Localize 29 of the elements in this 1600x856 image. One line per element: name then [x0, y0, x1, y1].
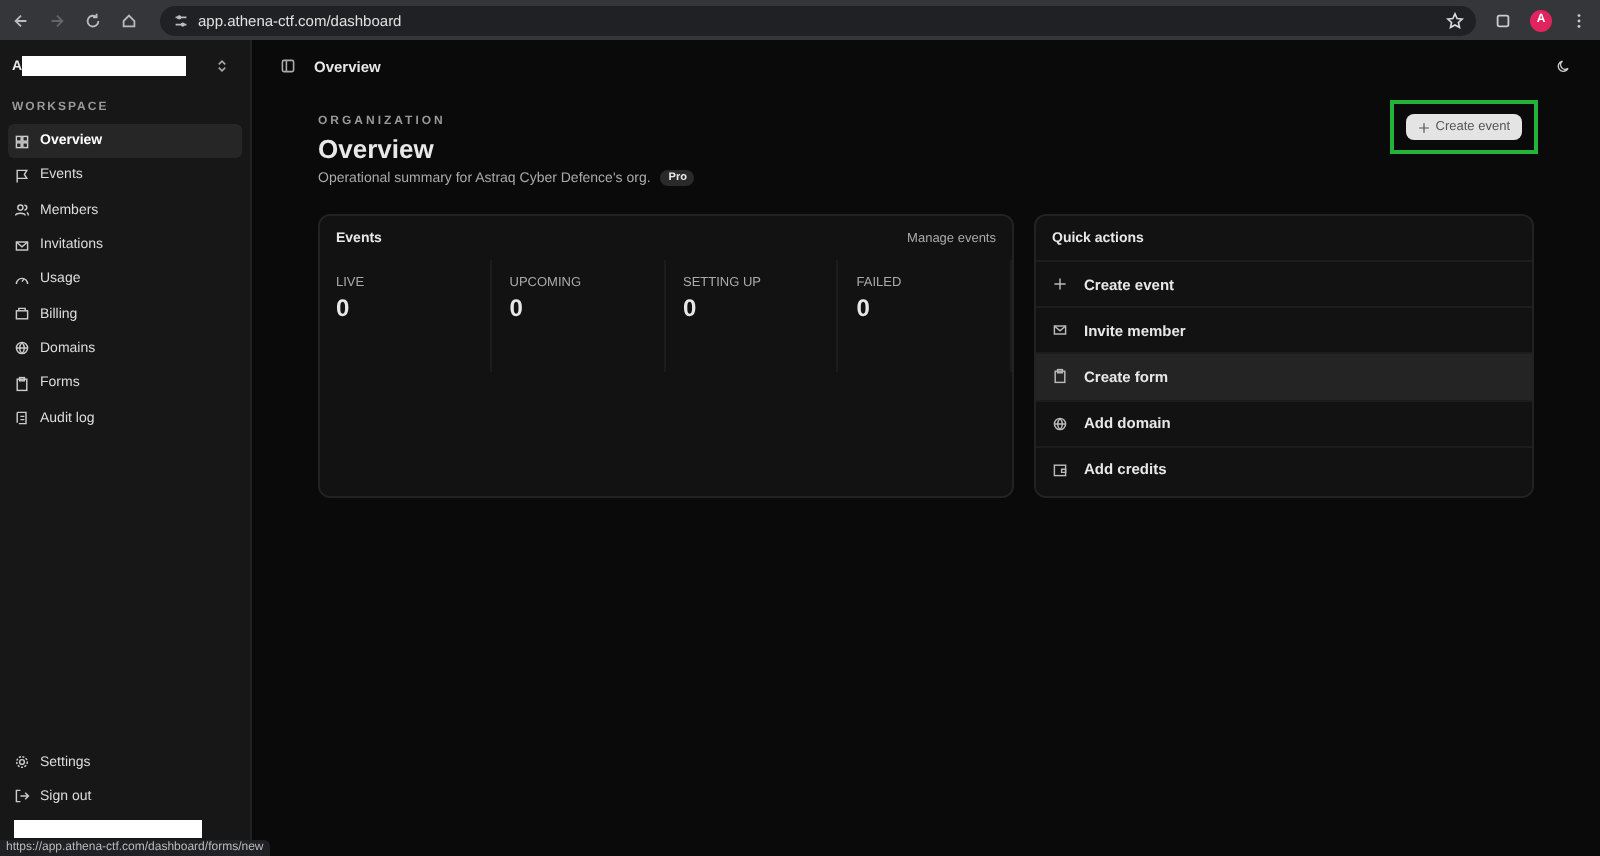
- globe-icon: [1052, 415, 1068, 432]
- settings-icon: [14, 754, 30, 771]
- moon-icon[interactable]: [1556, 58, 1572, 74]
- reload-icon[interactable]: [84, 11, 102, 29]
- page-title: Overview: [318, 134, 436, 164]
- grid-icon: [14, 133, 30, 150]
- stat-value: 0: [509, 294, 525, 322]
- clipboard-icon: [1052, 368, 1068, 385]
- scroll-icon: [14, 410, 30, 427]
- globe-icon: [14, 340, 30, 357]
- extensions-icon[interactable]: [1494, 11, 1512, 29]
- stat-value: 0: [683, 294, 699, 322]
- users-icon: [14, 202, 30, 219]
- home-icon[interactable]: [120, 11, 138, 29]
- wallet-icon: [1052, 461, 1068, 478]
- mail-icon: [14, 237, 30, 254]
- star-icon[interactable]: [1446, 11, 1464, 29]
- flag-icon: [14, 167, 30, 184]
- site-settings-icon[interactable]: [172, 11, 190, 29]
- plus-icon: [1052, 276, 1068, 293]
- clipboard-icon: [14, 375, 30, 392]
- chevron-updown-icon: [214, 58, 230, 74]
- stat-value: 0: [336, 294, 352, 322]
- logout-icon: [14, 788, 30, 805]
- sidebar-toggle-icon[interactable]: [280, 58, 296, 74]
- plus-icon: [1417, 121, 1430, 133]
- mail-icon: [1052, 322, 1068, 339]
- stat-value: 0: [856, 294, 872, 322]
- back-icon[interactable]: [12, 11, 30, 29]
